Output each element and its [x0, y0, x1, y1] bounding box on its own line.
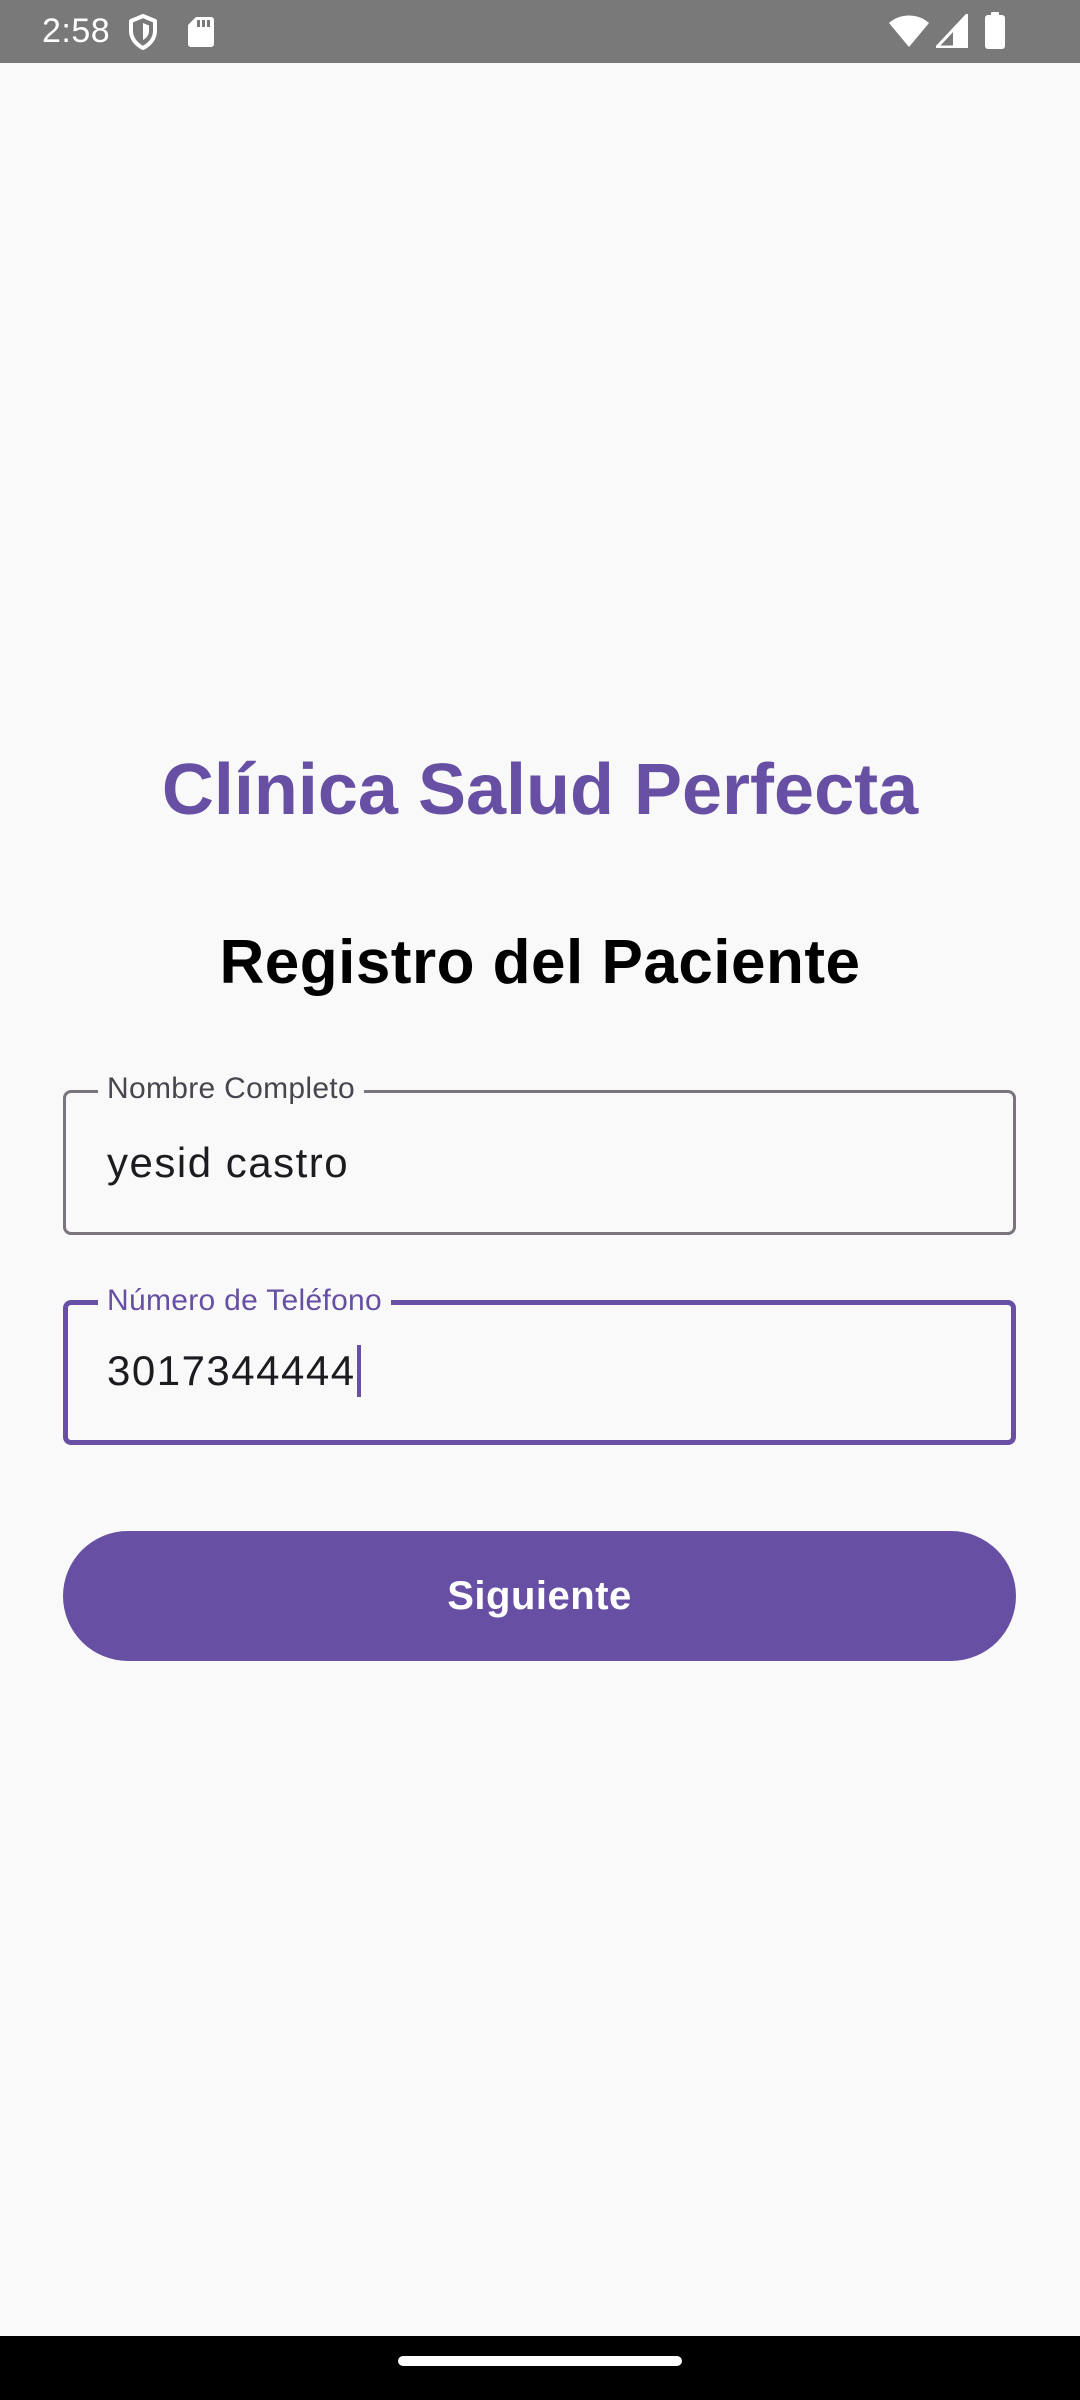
- phone-field[interactable]: Número de Teléfono 3017344444: [63, 1283, 1016, 1445]
- next-button[interactable]: Siguiente: [63, 1531, 1016, 1661]
- name-field[interactable]: Nombre Completo yesid castro: [63, 1071, 1016, 1235]
- status-bar: 2:58: [0, 0, 1080, 63]
- home-pill[interactable]: [398, 2356, 682, 2366]
- battery-icon: [984, 12, 1006, 55]
- name-field-value[interactable]: yesid castro: [107, 1135, 349, 1191]
- name-field-label: Nombre Completo: [98, 1071, 364, 1107]
- cell-signal-icon: [935, 13, 969, 53]
- sd-card-icon: [187, 16, 215, 53]
- text-cursor: [356, 1344, 361, 1397]
- clinic-title: Clínica Salud Perfecta: [161, 750, 919, 830]
- phone-field-value[interactable]: 3017344444: [107, 1347, 356, 1394]
- wifi-icon: [888, 14, 930, 53]
- phone-field-input[interactable]: 3017344444: [107, 1343, 361, 1399]
- shield-icon: [128, 14, 158, 55]
- status-time: 2:58: [42, 12, 111, 50]
- navigation-bar: [0, 2336, 1080, 2400]
- phone-field-label: Número de Teléfono: [98, 1283, 392, 1319]
- form-title: Registro del Paciente: [219, 928, 861, 997]
